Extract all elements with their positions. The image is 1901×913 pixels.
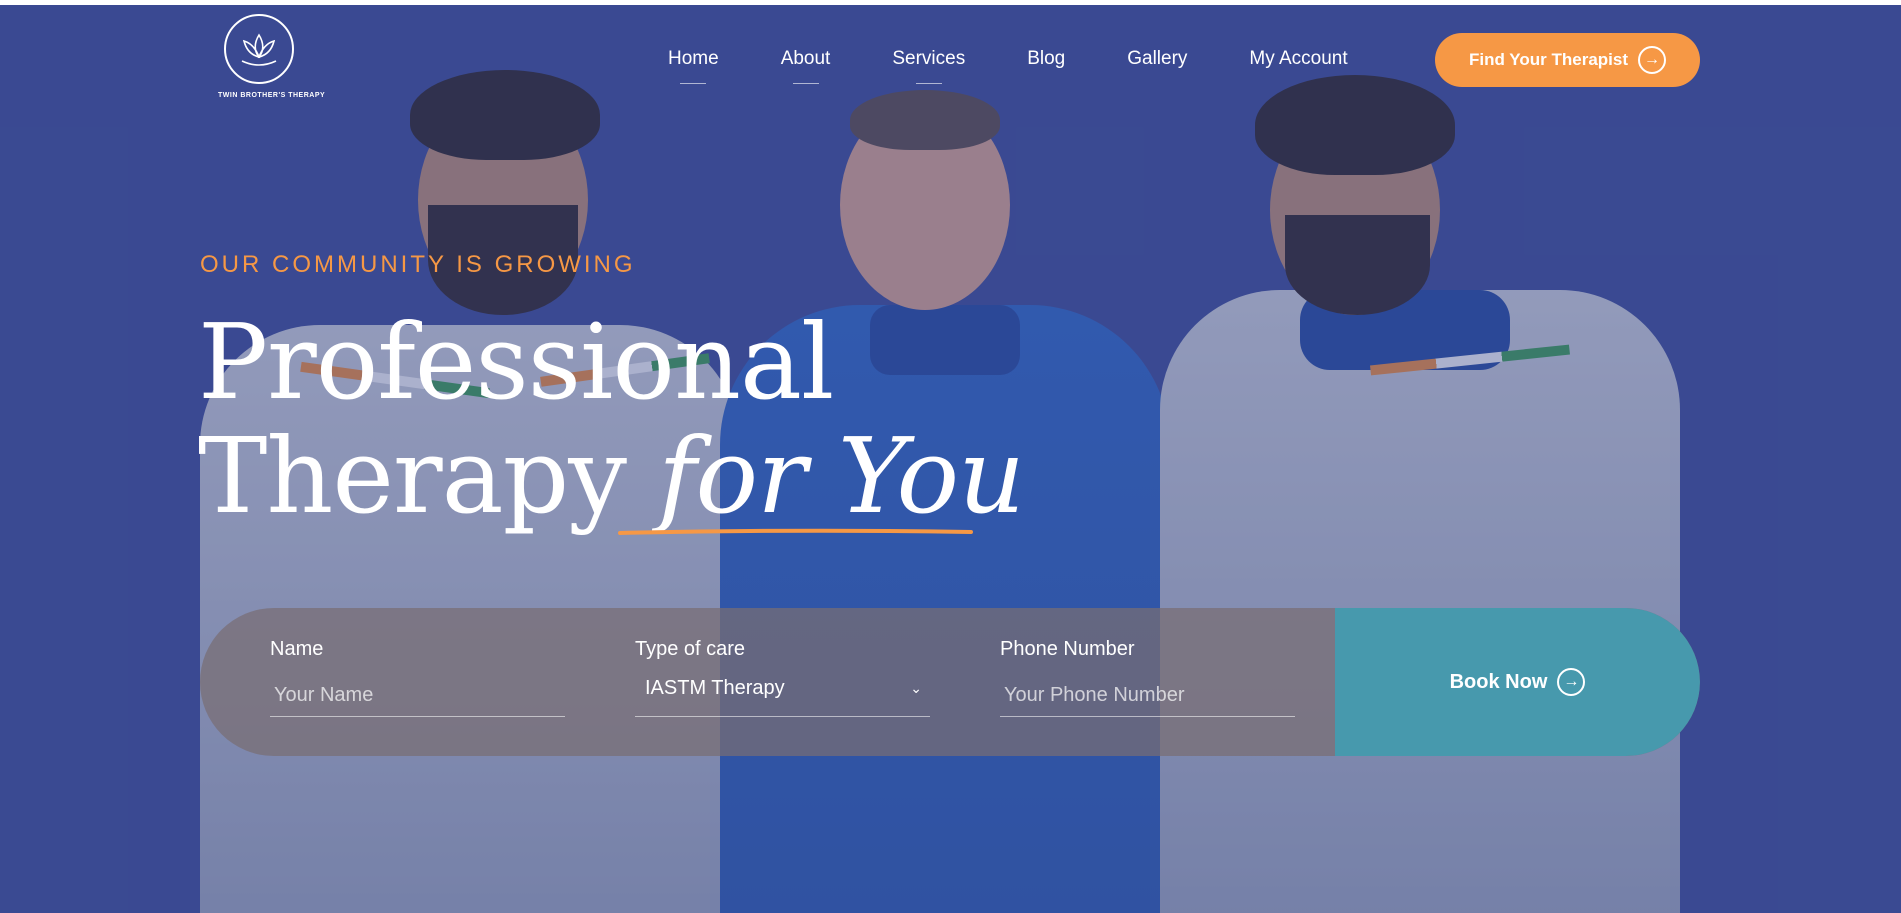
hero-title: Professional Therapy for You <box>198 301 1025 533</box>
nav-blog[interactable]: Blog <box>1027 48 1065 70</box>
hero-title-italic: for You <box>658 415 1025 537</box>
care-label: Type of care <box>635 638 746 660</box>
phone-label: Phone Number <box>1000 638 1135 660</box>
find-therapist-button[interactable]: Find Your Therapist → <box>1435 33 1700 87</box>
hero-title-line1: Professional <box>198 301 834 423</box>
book-now-button[interactable]: Book Now → <box>1335 608 1700 756</box>
hero-title-line2: Therapy for You <box>198 419 1025 533</box>
nav-gallery-label: Gallery <box>1127 48 1188 69</box>
phone-input[interactable] <box>1000 675 1295 717</box>
care-field-group: Type of care IASTM Therapy ⌄ <box>635 638 930 717</box>
main-nav: Home About Services Blog Gallery My Acco… <box>668 48 1410 84</box>
brand-logo[interactable]: TWIN BROTHER'S THERAPY <box>218 14 326 99</box>
nav-blog-label: Blog <box>1027 48 1066 69</box>
nav-services-underline <box>915 83 942 84</box>
nav-my-account-label: My Account <box>1249 48 1348 69</box>
care-type-select[interactable]: IASTM Therapy ⌄ <box>635 669 930 717</box>
arrow-right-icon: → <box>1638 46 1666 74</box>
brand-name: TWIN BROTHER'S THERAPY <box>218 92 326 99</box>
phone-field-group: Phone Number <box>1000 638 1295 717</box>
nav-home-label: Home <box>668 48 719 69</box>
name-input[interactable] <box>270 675 565 717</box>
find-therapist-label: Find Your Therapist <box>1469 50 1628 69</box>
nav-home[interactable]: Home <box>668 48 719 84</box>
hero-section: TWIN BROTHER'S THERAPY Home About Servic… <box>0 5 1901 913</box>
nav-services-label: Services <box>892 48 966 69</box>
nav-about[interactable]: About <box>780 48 831 84</box>
nav-gallery[interactable]: Gallery <box>1127 48 1187 70</box>
book-now-label: Book Now <box>1449 670 1548 693</box>
hero-eyebrow: OUR COMMUNITY IS GROWING <box>200 251 636 278</box>
hero-title-regular: Therapy <box>198 415 658 537</box>
nav-about-underline <box>792 83 819 84</box>
nav-services[interactable]: Services <box>892 48 966 84</box>
title-underline-decoration <box>618 528 973 535</box>
arrow-right-icon: → <box>1557 668 1586 696</box>
nav-about-label: About <box>780 48 831 69</box>
chevron-down-icon: ⌄ <box>910 680 922 696</box>
booking-form: Name Type of care IASTM Therapy ⌄ Phone … <box>200 608 1700 756</box>
name-field-group: Name <box>270 638 565 717</box>
lotus-icon <box>224 14 294 84</box>
name-label: Name <box>270 638 324 660</box>
nav-my-account[interactable]: My Account <box>1249 48 1347 70</box>
nav-home-underline <box>680 83 707 84</box>
care-type-value: IASTM Therapy <box>645 677 785 699</box>
